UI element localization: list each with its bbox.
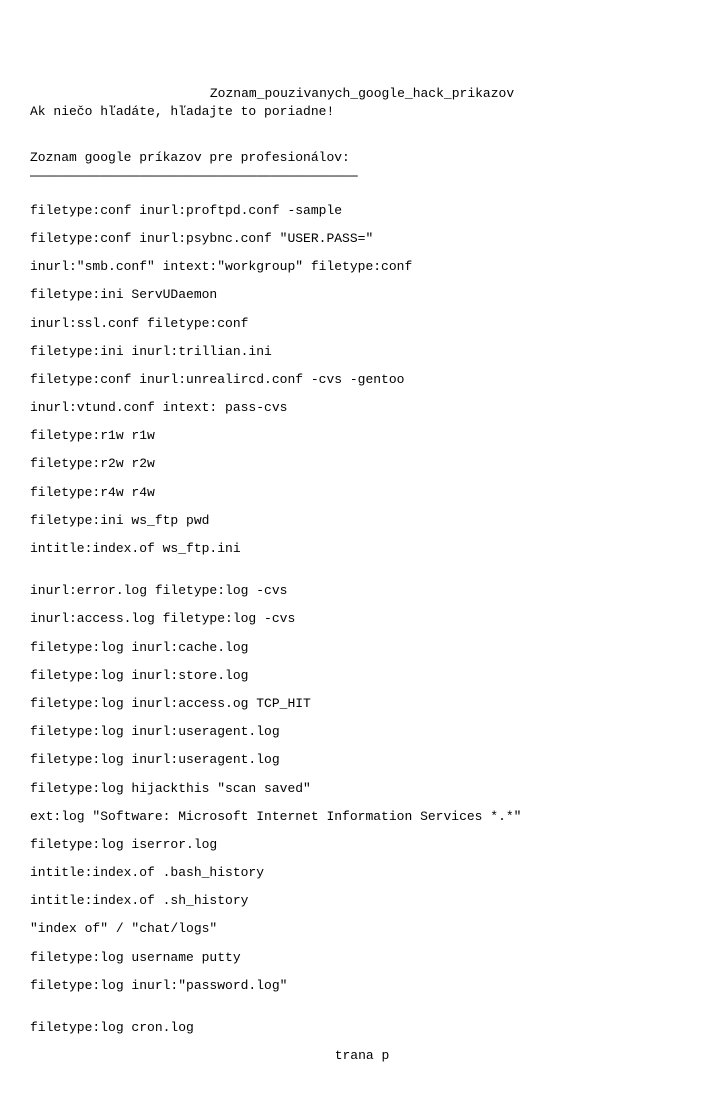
command-line: filetype:log inurl:useragent.log [30,751,694,769]
command-line: "index of" / "chat/logs" [30,920,694,938]
command-line: intitle:index.of ws_ftp.ini [30,540,694,558]
command-line: filetype:conf inurl:psybnc.conf "USER.PA… [30,230,694,248]
command-line: intitle:index.of .bash_history [30,864,694,882]
command-line: filetype:conf inurl:unrealircd.conf -cvs… [30,371,694,389]
command-line: inurl:vtund.conf intext: pass-cvs [30,399,694,417]
command-line: filetype:ini inurl:trillian.ini [30,343,694,361]
command-block-1: filetype:conf inurl:proftpd.conf -sample… [30,202,694,558]
command-line: filetype:log inurl:useragent.log [30,723,694,741]
command-line: filetype:ini ws_ftp pwd [30,512,694,530]
command-block-3: filetype:log cron.log [30,1019,694,1037]
block-spacer [30,1005,694,1019]
command-line: filetype:log username putty [30,949,694,967]
command-line: filetype:log inurl:"password.log" [30,977,694,995]
command-line: filetype:log inurl:access.og TCP_HIT [30,695,694,713]
command-line: filetype:r4w r4w [30,484,694,502]
command-line: inurl:error.log filetype:log -cvs [30,582,694,600]
command-line: filetype:log inurl:store.log [30,667,694,685]
document-title: Zoznam_pouzivanych_google_hack_prikazov [30,85,694,103]
document-subtitle: Ak niečo hľadáte, hľadajte to poriadne! [30,103,694,121]
command-line: filetype:log inurl:cache.log [30,639,694,657]
command-line: filetype:ini ServUDaemon [30,286,694,304]
command-block-2: inurl:error.log filetype:log -cvs inurl:a… [30,582,694,995]
command-line: inurl:ssl.conf filetype:conf [30,315,694,333]
section-heading: Zoznam google príkazov pre profesionálov… [30,149,694,167]
block-spacer [30,568,694,582]
command-line: filetype:log iserror.log [30,836,694,854]
command-line: filetype:r1w r1w [30,427,694,445]
command-line: filetype:log cron.log [30,1019,694,1037]
command-line: ext:log "Software: Microsoft Internet In… [30,808,694,826]
page-footer: trana p [30,1047,694,1065]
section-underline: ────────────────────────────────────────… [30,168,694,186]
command-line: inurl:access.log filetype:log -cvs [30,610,694,628]
command-line: filetype:r2w r2w [30,455,694,473]
command-line: filetype:log hijackthis "scan saved" [30,780,694,798]
command-line: intitle:index.of .sh_history [30,892,694,910]
command-line: filetype:conf inurl:proftpd.conf -sample [30,202,694,220]
command-line: inurl:"smb.conf" intext:"workgroup" file… [30,258,694,276]
